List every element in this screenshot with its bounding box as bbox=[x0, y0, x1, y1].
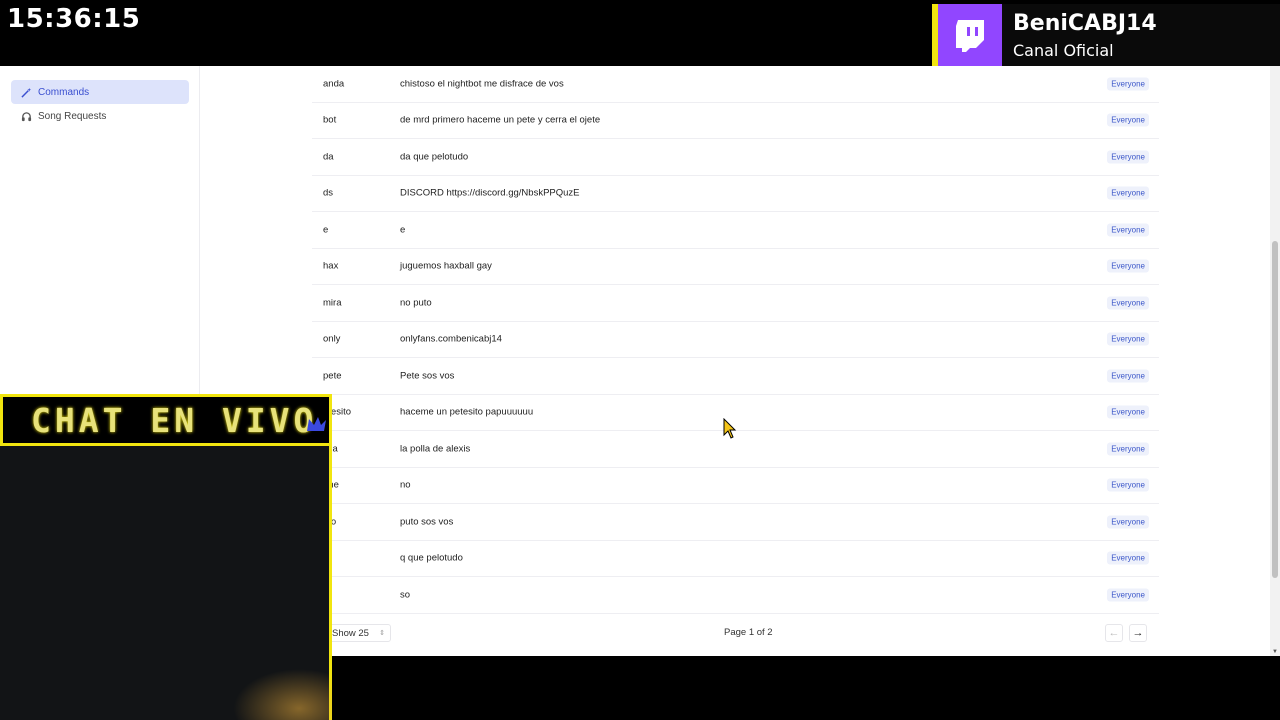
command-response: onlyfans.combenicabj14 bbox=[400, 333, 502, 345]
permission-badge: Everyone bbox=[1107, 369, 1149, 383]
crown-icon bbox=[305, 415, 327, 438]
permission-badge: Everyone bbox=[1107, 186, 1149, 200]
command-name: bot bbox=[323, 114, 337, 126]
command-name: ds bbox=[323, 187, 334, 199]
arrow-left-icon: ← bbox=[1108, 627, 1120, 639]
permission-badge: Everyone bbox=[1107, 150, 1149, 164]
sidebar-item-label: Commands bbox=[38, 86, 90, 98]
command-response: puto sos vos bbox=[400, 516, 454, 528]
command-response: de mrd primero haceme un pete y cerra el… bbox=[400, 114, 601, 126]
table-row[interactable]: only onlyfans.combenicabj14 Everyone bbox=[312, 322, 1159, 358]
page-indicator: Page 1 of 2 bbox=[724, 627, 773, 638]
sidebar-item-commands[interactable]: Commands bbox=[11, 80, 189, 104]
permission-badge: Everyone bbox=[1107, 77, 1149, 91]
magic-wand-icon bbox=[20, 86, 32, 98]
permission-badge: Everyone bbox=[1107, 515, 1149, 529]
permission-badge: Everyone bbox=[1107, 551, 1149, 565]
chat-header: CHAT EN VIVO bbox=[0, 394, 332, 446]
command-name: e bbox=[323, 224, 329, 236]
command-response: da que pelotudo bbox=[400, 151, 469, 163]
commands-table: anda chistoso el nightbot me disfrace de … bbox=[312, 66, 1159, 614]
page-size-select[interactable]: Show 25 ⇕ bbox=[327, 624, 391, 642]
stream-clock: 15:36:15 bbox=[7, 4, 141, 34]
mouse-cursor-icon bbox=[723, 417, 737, 445]
command-name: only bbox=[323, 333, 341, 345]
command-response: chistoso el nightbot me disfrace de vos bbox=[400, 78, 564, 90]
command-response: Pete sos vos bbox=[400, 370, 455, 382]
permission-badge: Everyone bbox=[1107, 442, 1149, 456]
table-row[interactable]: q que pelotudo Everyone bbox=[312, 541, 1159, 577]
next-page-button[interactable]: → bbox=[1129, 624, 1147, 642]
command-response: no puto bbox=[400, 297, 432, 309]
permission-badge: Everyone bbox=[1107, 588, 1149, 602]
permission-badge: Everyone bbox=[1107, 332, 1149, 346]
arrow-right-icon: → bbox=[1132, 627, 1144, 639]
sidebar-item-label: Song Requests bbox=[38, 110, 107, 122]
command-response: no bbox=[400, 479, 411, 491]
live-chat-panel: CHAT EN VIVO bbox=[0, 394, 332, 720]
table-row[interactable]: da da que pelotudo Everyone bbox=[312, 139, 1159, 176]
table-row[interactable]: mira no puto Everyone bbox=[312, 285, 1159, 322]
table-row[interactable]: onenoEveryone bbox=[312, 468, 1159, 504]
page-scrollbar[interactable]: ▼ bbox=[1270, 66, 1280, 656]
command-name: da bbox=[323, 151, 334, 163]
permission-badge: Everyone bbox=[1107, 478, 1149, 492]
table-row[interactable]: ds DISCORD https://discord.gg/NbskPPQuzE E… bbox=[312, 176, 1159, 212]
command-response: juguemos haxball gay bbox=[400, 260, 492, 272]
command-name: mira bbox=[323, 297, 342, 309]
decorative-glow bbox=[222, 662, 332, 720]
table-row[interactable]: anda chistoso el nightbot me disfrace de … bbox=[312, 66, 1159, 103]
command-response: q que pelotudo bbox=[400, 552, 463, 564]
table-pagination: Show 25 ⇕ Page 1 of 2 ← → bbox=[312, 622, 1159, 646]
table-row[interactable]: bot de mrd primero haceme un pete y cerra… bbox=[312, 103, 1159, 139]
permission-badge: Everyone bbox=[1107, 113, 1149, 127]
table-row[interactable]: esoEveryone bbox=[312, 577, 1159, 614]
command-name: anda bbox=[323, 78, 345, 90]
permission-badge: Everyone bbox=[1107, 405, 1149, 419]
permission-badge: Everyone bbox=[1107, 223, 1149, 237]
command-response: la polla de alexis bbox=[400, 443, 471, 455]
table-row[interactable]: e e Everyone bbox=[312, 212, 1159, 249]
table-row[interactable]: hax juguemos haxball gay Everyone bbox=[312, 249, 1159, 285]
stream-overlay-topbar: 15:36:15 BeniCABJ14 Canal Oficial bbox=[0, 0, 1280, 68]
scroll-down-icon[interactable]: ▼ bbox=[1272, 649, 1278, 655]
twitch-logo-icon bbox=[938, 4, 1002, 68]
permission-badge: Everyone bbox=[1107, 259, 1149, 273]
page-size-label: Show 25 bbox=[332, 627, 369, 639]
command-name: pete bbox=[323, 370, 342, 382]
headphones-icon bbox=[20, 110, 32, 122]
scrollbar-thumb[interactable] bbox=[1272, 241, 1278, 578]
table-row[interactable]: utoputo sos vosEveryone bbox=[312, 504, 1159, 541]
command-response: so bbox=[400, 589, 411, 601]
channel-badge: BeniCABJ14 Canal Oficial bbox=[932, 4, 1280, 68]
command-name: hax bbox=[323, 260, 339, 272]
chat-title: CHAT EN VIVO bbox=[31, 400, 318, 440]
chevron-updown-icon: ⇕ bbox=[379, 630, 385, 637]
channel-name: BeniCABJ14 bbox=[1013, 11, 1157, 36]
prev-page-button[interactable]: ← bbox=[1105, 624, 1123, 642]
command-response: e bbox=[400, 224, 406, 236]
permission-badge: Everyone bbox=[1107, 296, 1149, 310]
command-response: DISCORD https://discord.gg/NbskPPQuzE bbox=[400, 187, 580, 199]
table-row[interactable]: pete Pete sos vos Everyone bbox=[312, 358, 1159, 395]
channel-subtitle: Canal Oficial bbox=[1013, 41, 1114, 60]
command-response: haceme un petesito papuuuuuu bbox=[400, 406, 534, 418]
sidebar-item-song-requests[interactable]: Song Requests bbox=[11, 104, 189, 128]
